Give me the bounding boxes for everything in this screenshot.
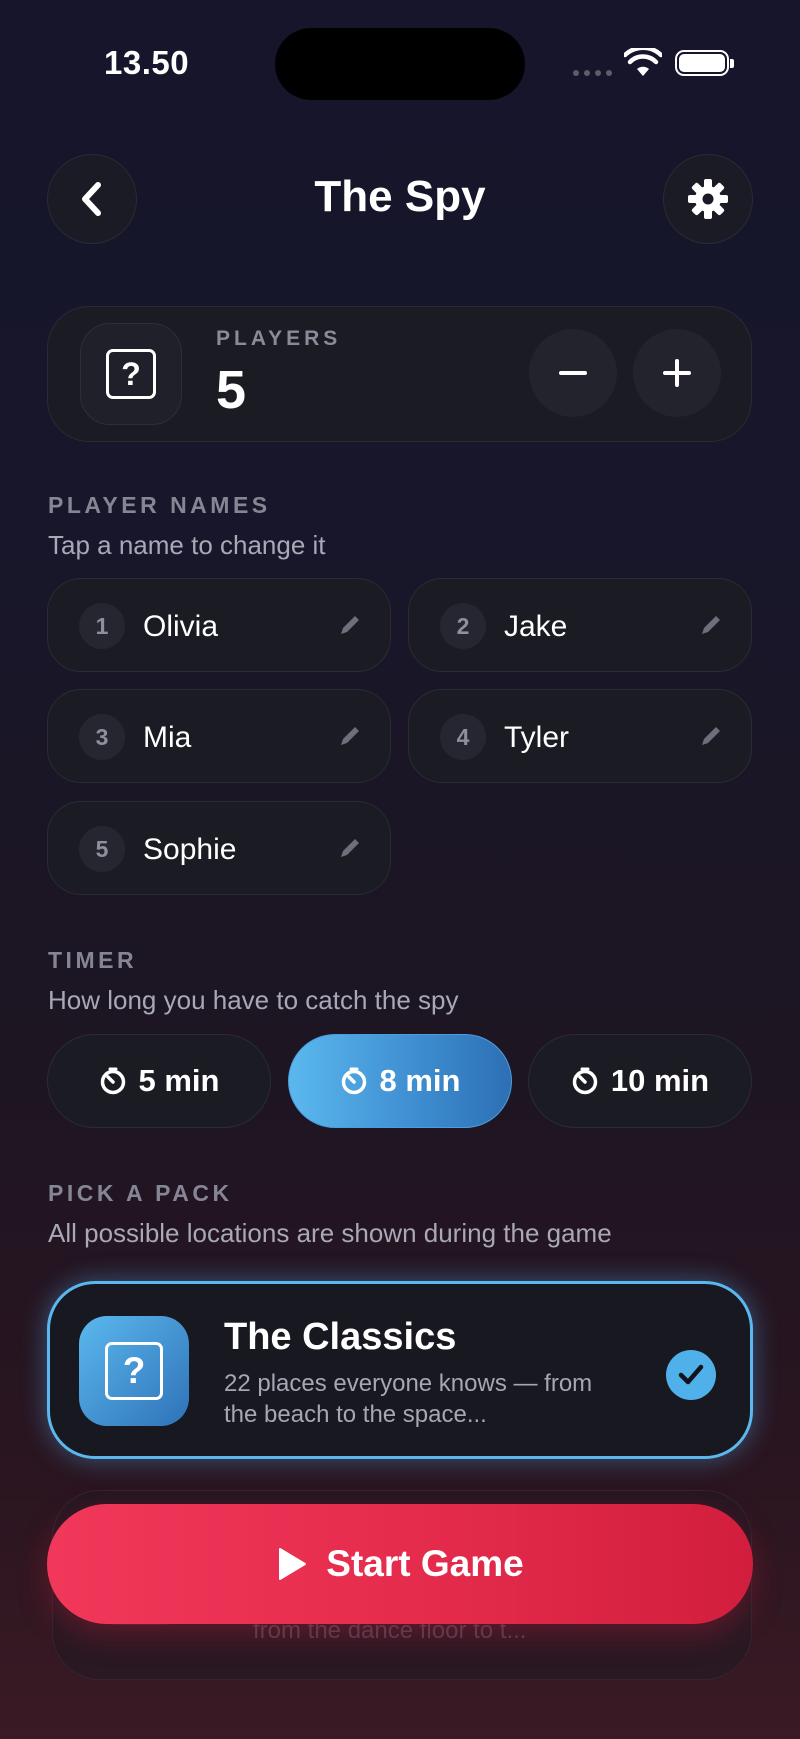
- pencil-icon: [341, 839, 359, 857]
- status-bar: 13.50: [0, 0, 800, 130]
- players-card: ? PLAYERS 5: [47, 306, 752, 442]
- player-name: Olivia: [143, 610, 219, 643]
- start-game-button[interactable]: Start Game: [47, 1504, 753, 1624]
- player-names-label: PLAYER NAMES: [48, 492, 271, 518]
- pack-label: PICK A PACK: [48, 1180, 233, 1206]
- timer-option-label: 8 min: [379, 1063, 461, 1098]
- wifi-icon: [624, 48, 662, 76]
- question-box-icon: ?: [105, 1342, 163, 1400]
- timer-option-label: 10 min: [610, 1063, 710, 1098]
- status-time: 13.50: [104, 44, 190, 81]
- timer-hint: How long you have to catch the spy: [48, 985, 459, 1015]
- minus-icon: [559, 371, 587, 375]
- player-name: Jake: [504, 610, 568, 643]
- player-name-card[interactable]: 1 Olivia: [47, 578, 391, 672]
- player-name: Mia: [143, 721, 192, 754]
- pencil-icon: [341, 727, 359, 745]
- timer-icon: [341, 1067, 366, 1095]
- settings-button[interactable]: [663, 154, 753, 244]
- question-box-icon: ?: [106, 349, 156, 399]
- players-icon-container: ?: [80, 323, 182, 425]
- plus-icon: [663, 359, 691, 387]
- player-names-hint: Tap a name to change it: [48, 530, 326, 560]
- player-name-card[interactable]: 4 Tyler: [408, 689, 752, 783]
- play-icon: [279, 1548, 307, 1580]
- start-game-label: Start Game: [326, 1543, 524, 1584]
- player-name-card[interactable]: 2 Jake: [408, 578, 752, 672]
- pack-icon: ?: [79, 1316, 189, 1426]
- checkmark-icon: [666, 1350, 716, 1400]
- timer-option-5-min[interactable]: 5 min: [47, 1034, 271, 1128]
- pack-card-the-classics[interactable]: ? The Classics 22 places everyone knows …: [47, 1281, 753, 1459]
- timer-option-10-min[interactable]: 10 min: [528, 1034, 752, 1128]
- increment-players-button[interactable]: [633, 329, 721, 417]
- player-number: 5: [79, 826, 125, 872]
- pack-title: The Classics: [224, 1316, 457, 1358]
- players-count: 5: [216, 360, 247, 420]
- player-number: 2: [440, 603, 486, 649]
- dynamic-island: [275, 28, 525, 100]
- player-name-card[interactable]: 5 Sophie: [47, 801, 391, 895]
- player-number: 1: [79, 603, 125, 649]
- gear-icon: [688, 179, 728, 219]
- player-name: Sophie: [143, 833, 237, 866]
- player-number: 3: [79, 714, 125, 760]
- pack-hint: All possible locations are shown during …: [48, 1218, 612, 1248]
- players-label: PLAYERS: [216, 327, 342, 350]
- timer-option-8-min[interactable]: 8 min: [288, 1034, 512, 1128]
- pencil-icon: [702, 616, 720, 634]
- pencil-icon: [702, 727, 720, 745]
- player-number: 4: [440, 714, 486, 760]
- battery-icon: [675, 50, 734, 76]
- player-name: Tyler: [504, 721, 570, 754]
- timer-option-label: 5 min: [138, 1063, 220, 1098]
- player-name-card[interactable]: 3 Mia: [47, 689, 391, 783]
- pack-description: 22 places everyone knows — from the beac…: [224, 1370, 593, 1428]
- timer-label: TIMER: [48, 947, 138, 973]
- cellular-signal-icon: [573, 70, 612, 76]
- pencil-icon: [341, 616, 359, 634]
- timer-icon: [100, 1067, 125, 1095]
- decrement-players-button[interactable]: [529, 329, 617, 417]
- timer-icon: [572, 1067, 598, 1095]
